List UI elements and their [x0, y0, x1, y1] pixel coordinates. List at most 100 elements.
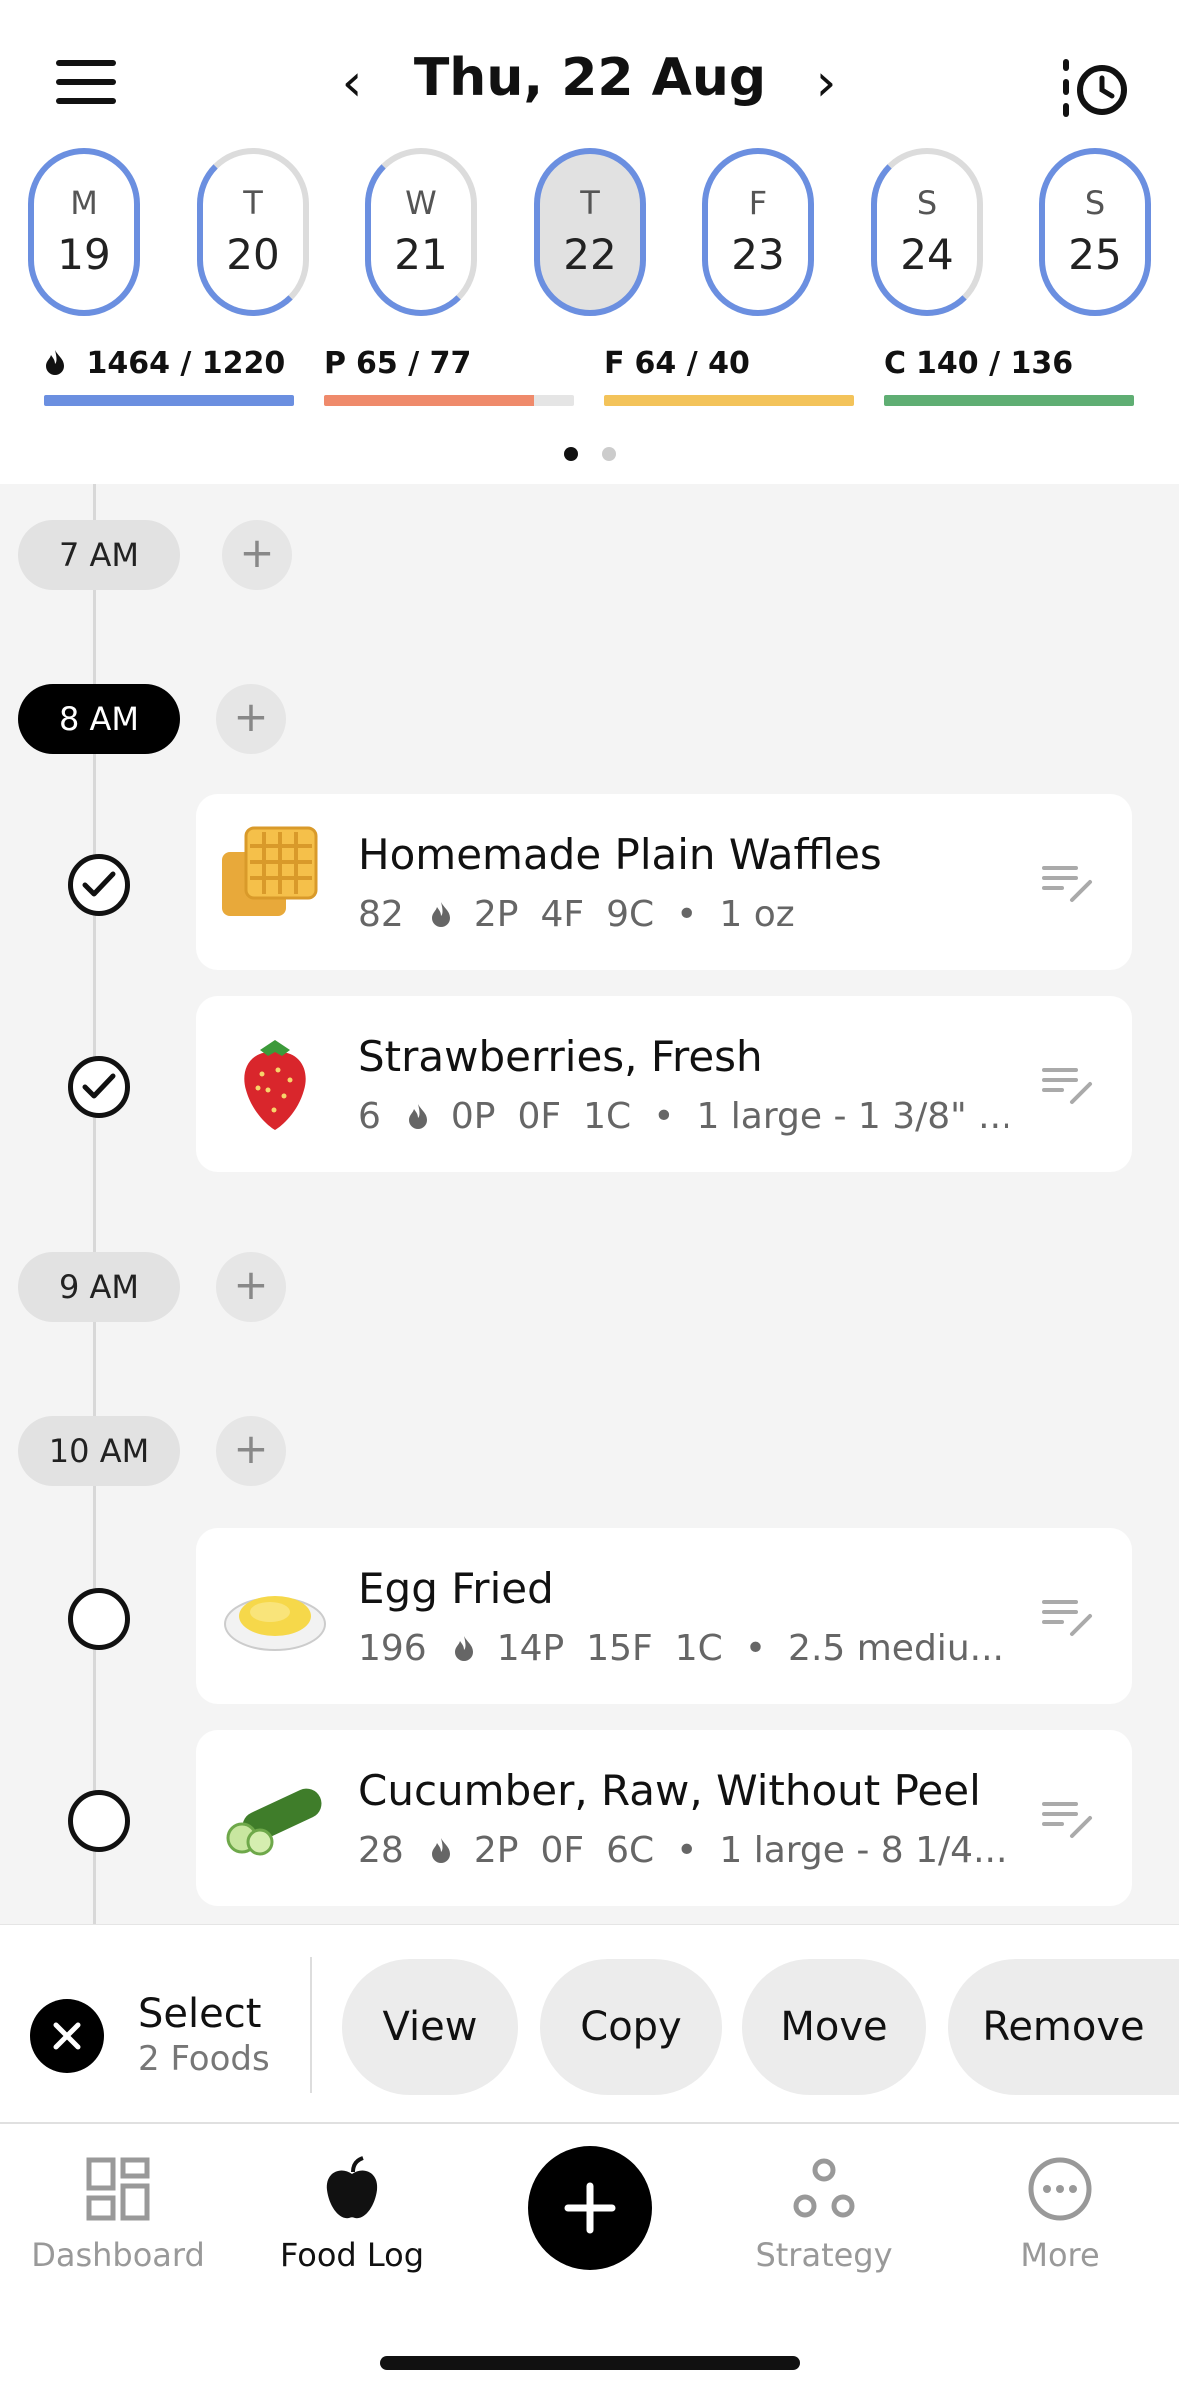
selection-bar: Select 2 Foods View Copy Move Remove [0, 1924, 1179, 2124]
flame-icon [408, 1104, 427, 1129]
page-title: Thu, 22 Aug [413, 48, 767, 108]
history-icon[interactable] [1060, 56, 1132, 120]
page-dot-active [563, 447, 578, 461]
calories-progress-bar [44, 395, 294, 406]
day-fri[interactable]: F 23 [702, 148, 814, 316]
calories-value: 1464 / 1220 [86, 346, 286, 381]
tab-dashboard[interactable]: Dashboard [18, 2156, 218, 2274]
tab-label: Strategy [755, 2236, 893, 2274]
next-day-button[interactable]: › [806, 57, 846, 109]
add-food-7am-button[interactable]: + [222, 520, 292, 590]
day-sat[interactable]: S 24 [871, 148, 983, 316]
food-calories: 6 [358, 1096, 381, 1137]
food-checkbox-unchecked[interactable] [68, 1588, 130, 1650]
flame-icon [431, 1838, 450, 1863]
day-thu-selected[interactable]: T 22 [534, 148, 646, 316]
food-checkbox-checked[interactable] [68, 1056, 130, 1118]
food-macros: 82 2P 4F 9C • 1 oz [358, 894, 1008, 935]
day-number: 24 [900, 230, 954, 279]
tab-strategy[interactable]: Strategy [724, 2156, 924, 2274]
food-calories: 28 [358, 1830, 404, 1871]
flame-icon [44, 346, 76, 381]
day-mon[interactable]: M 19 [28, 148, 140, 316]
food-card-waffles[interactable]: Homemade Plain Waffles 82 2P 4F 9C • 1 oz [196, 794, 1132, 970]
food-fat: 15F [586, 1628, 653, 1669]
menu-icon[interactable] [56, 60, 116, 104]
flame-icon [454, 1636, 473, 1661]
day-sun[interactable]: S 25 [1039, 148, 1151, 316]
food-card-egg-fried[interactable]: Egg Fried 196 14P 15F 1C • 2.5 mediu... [196, 1528, 1132, 1704]
day-letter: F [748, 184, 768, 222]
day-letter: S [916, 184, 938, 222]
food-serving: 1 large - 1 3/8" ... [696, 1096, 1008, 1137]
add-food-9am-button[interactable]: + [216, 1252, 286, 1322]
add-food-8am-button[interactable]: + [216, 684, 286, 754]
food-macros: 28 2P 0F 6C • 1 large - 8 1/4... [358, 1830, 1008, 1871]
selection-title: Select [138, 1991, 262, 2037]
food-protein: 2P [473, 894, 519, 935]
food-checkbox-checked[interactable] [68, 854, 130, 916]
page-indicator [0, 446, 1179, 465]
add-food-10am-button[interactable]: + [216, 1416, 286, 1486]
food-macros: 196 14P 15F 1C • 2.5 mediu... [358, 1628, 1008, 1669]
food-protein: 0P [450, 1096, 496, 1137]
fried-egg-icon [224, 1596, 326, 1651]
copy-button[interactable]: Copy [540, 1959, 722, 2095]
remove-button[interactable]: Remove [948, 1959, 1179, 2095]
edit-note-icon[interactable] [1042, 862, 1094, 906]
edit-note-icon[interactable] [1042, 1596, 1094, 1640]
week-strip: M 19 T 20 W 21 T 22 F 23 S 24 S 25 [28, 148, 1153, 318]
tab-more[interactable]: More [960, 2156, 1160, 2274]
carbs-progress-bar [884, 395, 1134, 406]
view-button[interactable]: View [342, 1959, 518, 2095]
page-dot [601, 447, 616, 461]
calories-progress-fill [44, 395, 294, 406]
day-letter: M [70, 184, 98, 222]
fat-macro: F 64 / 40 [604, 346, 854, 406]
day-number: 25 [1068, 230, 1122, 279]
day-wed[interactable]: W 21 [365, 148, 477, 316]
food-protein: 14P [496, 1628, 565, 1669]
apple-icon [326, 2156, 378, 2219]
fat-progress-fill [604, 395, 854, 406]
waffle-icon [222, 826, 318, 916]
edit-note-icon[interactable] [1042, 1064, 1094, 1108]
food-serving-separator: • [744, 1628, 767, 1669]
day-number: 19 [57, 230, 111, 279]
carbs-progress-fill [884, 395, 1134, 406]
food-serving-separator: • [676, 1830, 698, 1871]
food-name: Homemade Plain Waffles [358, 830, 882, 879]
food-card-cucumber[interactable]: Cucumber, Raw, Without Peel 28 2P 0F 6C • 1 l… [196, 1730, 1132, 1906]
food-fat: 0F [517, 1096, 562, 1137]
edit-note-icon[interactable] [1042, 1798, 1094, 1842]
selection-count: 2 Foods [138, 2039, 270, 2079]
home-indicator [380, 2356, 800, 2370]
food-timeline[interactable]: 7 AM + 8 AM + Homemade Plain Waffles 82 2… [0, 484, 1179, 1924]
food-serving-separator: • [676, 894, 698, 935]
day-letter: S [1084, 184, 1106, 222]
tab-label: More [1020, 2236, 1100, 2274]
food-protein: 2P [473, 1830, 519, 1871]
add-food-button[interactable] [528, 2146, 652, 2270]
macro-summary[interactable]: 1464 / 1220 P 65 / 77 F 64 / 40 C 140 / 136 [44, 346, 1134, 406]
day-letter: W [405, 184, 437, 222]
food-card-strawberries[interactable]: Strawberries, Fresh 6 0P 0F 1C • 1 large - 1 … [196, 996, 1132, 1172]
flame-icon [431, 902, 450, 927]
close-selection-button[interactable] [30, 1999, 104, 2073]
food-fat: 0F [540, 1830, 585, 1871]
food-serving: 1 oz [719, 894, 795, 935]
food-carbs: 1C [583, 1096, 632, 1137]
food-checkbox-unchecked[interactable] [68, 1790, 130, 1852]
food-calories: 196 [358, 1628, 427, 1669]
protein-progress-fill [324, 395, 534, 406]
previous-day-button[interactable]: ‹ [332, 57, 372, 109]
day-number: 23 [731, 230, 785, 279]
move-button[interactable]: Move [742, 1959, 926, 2095]
day-number: 21 [394, 230, 448, 279]
food-macros: 6 0P 0F 1C • 1 large - 1 3/8" ... [358, 1096, 1008, 1137]
food-carbs: 1C [674, 1628, 723, 1669]
day-number: 20 [226, 230, 280, 279]
day-tue[interactable]: T 20 [197, 148, 309, 316]
food-carbs: 9C [606, 894, 655, 935]
tab-food-log[interactable]: Food Log [252, 2156, 452, 2274]
